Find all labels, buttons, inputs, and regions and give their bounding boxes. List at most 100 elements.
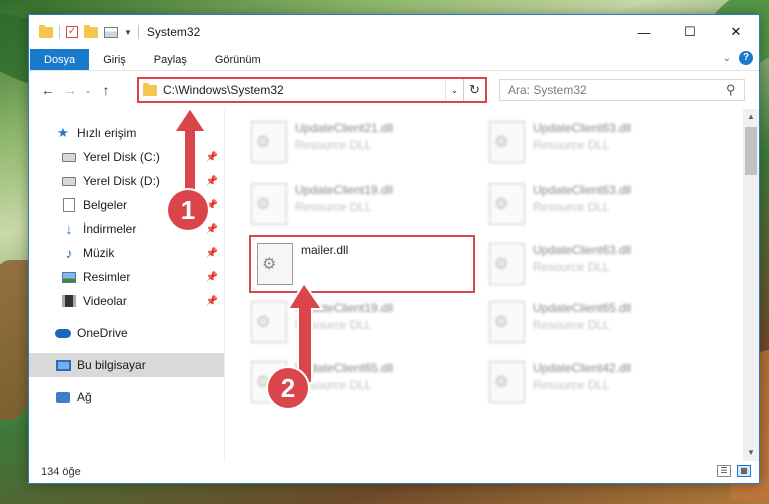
expand-ribbon-icon[interactable]: ⌄ [723,53,731,64]
video-icon [61,293,77,309]
file-type: Resource DLL [533,138,610,152]
sidebar-item-label: Bu bilgisayar [77,358,146,372]
address-path[interactable]: C:\Windows\System32 [163,83,445,97]
tab-share[interactable]: Paylaş [140,49,201,70]
maximize-button[interactable]: ☐ [667,15,713,49]
properties-icon[interactable] [104,26,118,38]
callout-badge-1: 1 [168,190,208,230]
divider [137,25,139,39]
file-item[interactable]: UpdateClient63.dll Resource DLL [483,177,713,233]
sidebar-item-this-pc[interactable]: Bu bilgisayar [29,353,224,377]
disk-icon [61,149,77,165]
large-icons-view-icon[interactable]: ▦ [737,465,751,477]
chevron-down-icon[interactable]: ▼ [124,28,132,37]
properties-check-icon[interactable]: ✓ [66,26,78,38]
scroll-thumb[interactable] [745,127,757,175]
item-count: 134 öğe [41,466,81,478]
network-icon [55,389,71,405]
dll-file-icon [251,121,287,163]
scroll-down-icon[interactable]: ▼ [743,445,759,461]
forward-button[interactable]: → [59,82,81,98]
pin-icon[interactable]: 📌 [206,224,218,235]
cloud-icon [55,325,71,341]
file-type: Resource DLL [295,200,372,214]
file-item[interactable]: UpdateClient21.dll Resource DLL [245,115,475,171]
search-input[interactable]: Ara: System32 ⚲ [499,79,745,101]
dll-file-icon [251,183,287,225]
divider [59,25,60,39]
file-explorer-window: ✓ ▼ System32 — ☐ ✕ Dosya Giriş Paylaş Gö… [28,14,760,484]
sidebar-item-label: Belgeler [83,198,128,212]
folder-icon [39,24,53,38]
sidebar-item-label: İndirmeler [83,222,137,236]
up-button[interactable]: ↑ [95,82,117,98]
back-button[interactable]: ← [37,82,59,98]
close-button[interactable]: ✕ [713,15,759,49]
document-icon [61,197,77,213]
download-icon: ↓ [65,221,73,237]
dll-file-icon [489,361,525,403]
sidebar-item-label: OneDrive [77,326,128,340]
file-name: UpdateClient21.dll [295,121,394,135]
ribbon-tabs: Dosya Giriş Paylaş Görünüm ⌄ ? [29,49,759,71]
file-name: UpdateClient63.dll [533,121,632,135]
refresh-button[interactable]: ↻ [463,79,485,101]
callout-badge-2: 2 [268,368,308,408]
search-icon[interactable]: ⚲ [726,82,736,98]
file-type: Resource DLL [533,378,610,392]
pin-icon[interactable]: 📌 [206,296,218,307]
file-item[interactable]: UpdateClient65.dll Resource DLL [483,295,713,351]
details-view-icon[interactable]: ☰ [717,465,731,477]
address-bar[interactable]: C:\Windows\System32 ⌄ ↻ [137,77,487,103]
tab-file[interactable]: Dosya [30,49,90,70]
music-icon: ♪ [65,245,73,261]
file-type: Resource DLL [533,200,610,214]
sidebar-item-label: Resimler [83,270,131,284]
dll-file-icon [489,121,525,163]
ribbon-extras: ⌄ ? [723,51,753,65]
sidebar-item-music[interactable]: ♪ Müzik 📌 [29,241,224,265]
explorer-body: ★ Hızlı erişim Yerel Disk (C:) 📌 Yerel D… [29,109,759,461]
minimize-button[interactable]: — [621,15,667,49]
chevron-down-icon[interactable]: ⌄ [445,79,463,101]
sidebar-item-label: Hızlı erişim [77,126,137,140]
folder-icon [143,82,157,96]
file-name: UpdateClient63.dll [533,243,632,257]
file-name: UpdateClient65.dll [533,301,632,315]
quick-access-toolbar: ✓ ▼ [29,15,139,49]
help-icon[interactable]: ? [739,51,753,65]
file-item[interactable]: UpdateClient63.dll Resource DLL [483,237,713,293]
file-item[interactable]: UpdateClient42.dll Resource DLL [483,355,713,411]
sidebar-item-pictures[interactable]: Resimler 📌 [29,265,224,289]
file-type: Resource DLL [295,138,372,152]
sidebar-item-network[interactable]: Ağ [29,385,224,409]
pin-icon[interactable]: 📌 [206,272,218,283]
dll-file-icon [257,243,293,285]
file-item[interactable]: UpdateClient19.dll Resource DLL [245,177,475,233]
scroll-up-icon[interactable]: ▲ [743,109,759,125]
tab-view[interactable]: Görünüm [201,49,275,70]
sidebar-item-label: Müzik [83,246,115,260]
file-item[interactable]: UpdateClient63.dll Resource DLL [483,115,713,171]
disk-icon [61,173,77,189]
title-bar: ✓ ▼ System32 — ☐ ✕ [29,15,759,49]
status-bar: 134 öğe ☰ ▦ [29,461,759,483]
sidebar-item-videos[interactable]: Videolar 📌 [29,289,224,313]
new-folder-icon[interactable] [84,24,98,38]
tab-home[interactable]: Giriş [89,49,140,70]
star-icon: ★ [57,125,69,140]
file-name: UpdateClient19.dll [295,183,394,197]
vertical-scrollbar[interactable]: ▲ ▼ [743,109,759,461]
computer-icon [55,357,71,373]
file-type: Resource DLL [533,318,610,332]
dll-file-icon [489,183,525,225]
sidebar-item-label: Yerel Disk (D:) [83,174,160,188]
file-name: UpdateClient63.dll [533,183,632,197]
picture-icon [61,269,77,285]
window-title: System32 [146,25,201,39]
sidebar-item-onedrive[interactable]: OneDrive [29,321,224,345]
recent-locations-button[interactable]: ⌄ [81,86,95,95]
sidebar-item-label: Yerel Disk (C:) [83,150,160,164]
pin-icon[interactable]: 📌 [206,248,218,259]
search-placeholder: Ara: System32 [508,83,587,97]
